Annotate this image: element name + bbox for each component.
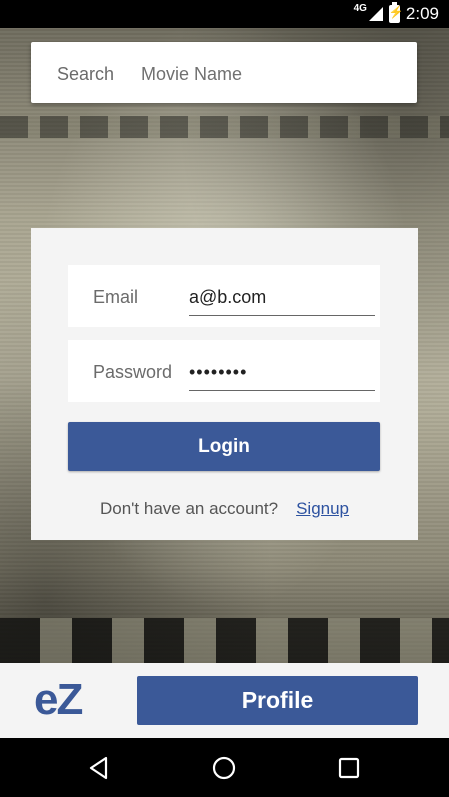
profile-button[interactable]: Profile xyxy=(137,676,418,725)
login-button[interactable]: Login xyxy=(68,422,380,471)
status-icons: 4G 2:09 xyxy=(350,2,439,25)
password-field[interactable] xyxy=(189,354,375,391)
system-nav-bar xyxy=(0,738,449,797)
email-field[interactable] xyxy=(189,279,375,316)
status-clock: 2:09 xyxy=(405,4,439,23)
back-triangle-icon[interactable] xyxy=(84,753,114,783)
bottom-bar: eZ Profile xyxy=(0,663,449,738)
battery-charging-icon xyxy=(388,2,404,23)
email-label: Email xyxy=(93,287,139,307)
status-bar: 4G 2:09 xyxy=(0,0,449,28)
search-card: Search xyxy=(31,42,417,103)
ez-logo: eZ xyxy=(34,675,83,724)
signup-link[interactable]: Signup xyxy=(296,499,349,518)
home-circle-icon[interactable] xyxy=(209,753,239,783)
film-strip-bottom xyxy=(0,618,449,663)
network-type: 4G xyxy=(353,2,367,14)
film-strip-top xyxy=(0,116,449,138)
signal-icon xyxy=(368,7,383,21)
password-row: Password xyxy=(68,340,380,402)
signup-prompt: Don't have an account? xyxy=(99,499,279,518)
password-label: Password xyxy=(93,362,173,382)
movie-search-input[interactable] xyxy=(139,54,403,94)
recents-square-icon[interactable] xyxy=(334,753,364,783)
login-card: Email Password Login Don't have an accou… xyxy=(31,228,418,540)
search-label: Search xyxy=(57,64,115,84)
email-row: Email xyxy=(68,265,380,327)
signup-row: Don't have an account? Signup xyxy=(31,499,418,519)
